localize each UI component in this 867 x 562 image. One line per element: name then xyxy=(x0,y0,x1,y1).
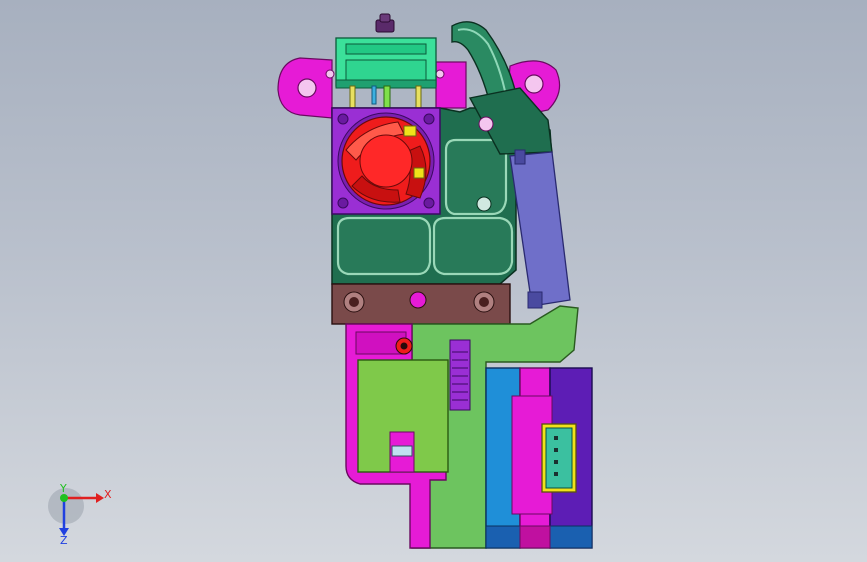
guide-rods xyxy=(349,85,422,109)
brown-block xyxy=(331,283,511,325)
extruder-assembly-model[interactable] xyxy=(0,0,867,562)
x-axis-label: X xyxy=(104,488,112,501)
cooling-fan xyxy=(331,107,441,215)
gear-strip xyxy=(449,339,471,411)
y-axis-dot xyxy=(60,494,68,502)
z-axis-label: Z xyxy=(60,534,68,547)
stepper-motor xyxy=(485,367,593,549)
y-axis-label: Y xyxy=(60,482,67,495)
teal-clip xyxy=(335,37,437,89)
slate-bracket xyxy=(509,149,571,309)
cad-viewport[interactable]: X Y Z xyxy=(0,0,867,562)
top-screw xyxy=(375,13,395,33)
orientation-triad[interactable]: X Y Z xyxy=(44,480,114,550)
